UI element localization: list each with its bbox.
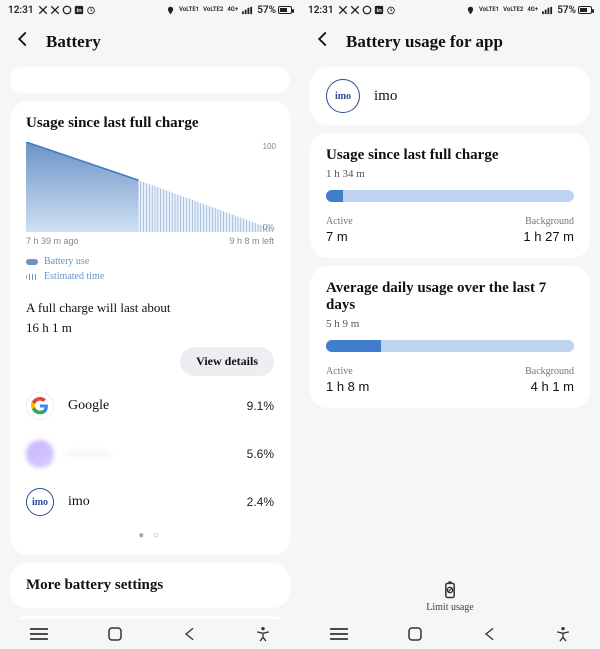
imo-icon: imo bbox=[326, 79, 360, 113]
x-icon bbox=[50, 5, 60, 15]
nav-bar bbox=[0, 619, 300, 649]
google-icon bbox=[26, 392, 54, 420]
blurred-icon bbox=[26, 440, 54, 468]
fullcharge-text: A full charge will last about 16 h 1 m bbox=[26, 298, 274, 337]
back-button[interactable] bbox=[14, 30, 32, 53]
circle-icon bbox=[362, 5, 372, 15]
more-settings-card[interactable]: More battery settings bbox=[10, 563, 290, 608]
net-volte2: VoLTE2 bbox=[503, 7, 523, 13]
usage-title: Usage since last full charge bbox=[26, 115, 274, 132]
location-icon bbox=[166, 6, 175, 15]
location-icon bbox=[466, 6, 475, 15]
list-item[interactable]: Google 9.1% bbox=[26, 382, 274, 430]
app-header-card: imo imo bbox=[310, 67, 590, 125]
home-button[interactable] bbox=[106, 625, 124, 643]
linkedin-icon: in bbox=[374, 5, 384, 15]
net-volte1: VoLTE1 bbox=[179, 7, 199, 13]
limit-usage-button[interactable]: Limit usage bbox=[300, 580, 600, 613]
net-volte2: VoLTE2 bbox=[203, 7, 223, 13]
battery-icon bbox=[578, 6, 592, 14]
back-button[interactable] bbox=[314, 30, 332, 53]
legend-swatch-use bbox=[26, 259, 38, 265]
signal-icon bbox=[542, 6, 553, 15]
battery-chart[interactable]: 100 0% bbox=[26, 142, 274, 232]
sec1-bar bbox=[326, 190, 574, 202]
pager-dots[interactable]: ● ○ bbox=[26, 526, 274, 541]
net-volte1: VoLTE1 bbox=[479, 7, 499, 13]
app-pct: 5.6% bbox=[247, 447, 274, 461]
status-bar: 12:31 in VoLTE1 VoLTE2 4G+ 57% bbox=[0, 0, 300, 20]
page-title: Battery usage for app bbox=[346, 32, 503, 52]
app-label: imo bbox=[68, 494, 233, 510]
page-title: Battery bbox=[46, 32, 101, 52]
x-icon bbox=[38, 5, 48, 15]
header: Battery bbox=[0, 20, 300, 59]
scroll-area[interactable]: imo imo Usage since last full charge 1 h… bbox=[300, 59, 600, 649]
app-label-blurred: ——— bbox=[68, 446, 233, 462]
sec2-total: 5 h 9 m bbox=[326, 318, 574, 330]
chevron-left-icon bbox=[14, 30, 32, 48]
battery-limit-icon bbox=[440, 580, 460, 600]
sec1-split: Active 7 m Background 1 h 27 m bbox=[326, 216, 574, 244]
status-left-icons: in bbox=[38, 5, 96, 15]
app-pct: 2.4% bbox=[247, 495, 274, 509]
app-list: Google 9.1% ——— 5.6% imo imo 2.4% bbox=[26, 382, 274, 526]
accessibility-button[interactable] bbox=[555, 626, 571, 642]
scroll-area[interactable]: Usage since last full charge 100 0% bbox=[0, 59, 300, 649]
status-left-icons: in bbox=[338, 5, 396, 15]
app-label: Google bbox=[68, 398, 233, 414]
usage-card: Usage since last full charge 100 0% bbox=[10, 101, 290, 555]
list-item[interactable]: imo imo 2.4% bbox=[26, 478, 274, 526]
more-settings-label: More battery settings bbox=[26, 577, 274, 594]
sec2-title: Average daily usage over the last 7 days bbox=[326, 280, 574, 314]
net-gen: 4G+ bbox=[227, 7, 238, 13]
accessibility-button[interactable] bbox=[255, 626, 271, 642]
svg-text:in: in bbox=[76, 8, 82, 14]
header: Battery usage for app bbox=[300, 20, 600, 59]
svg-text:in: in bbox=[376, 8, 382, 14]
x-icon bbox=[350, 5, 360, 15]
battery-indicator: 57% bbox=[557, 5, 592, 16]
chart-legend: Battery use Estimated time bbox=[26, 256, 274, 282]
app-name: imo bbox=[374, 88, 574, 105]
chart-x-labels: 7 h 39 m ago 9 h 8 m left bbox=[26, 236, 274, 246]
status-bar: 12:31 in VoLTE1 VoLTE2 4G+ 57% bbox=[300, 0, 600, 20]
nav-bar bbox=[300, 619, 600, 649]
list-item[interactable]: ——— 5.6% bbox=[26, 430, 274, 478]
status-time: 12:31 bbox=[308, 5, 334, 16]
chart-svg bbox=[26, 142, 274, 232]
limit-label: Limit usage bbox=[426, 602, 474, 613]
phone-left: 12:31 in VoLTE1 VoLTE2 4G+ 57% Batte bbox=[0, 0, 300, 649]
view-details-button[interactable]: View details bbox=[180, 347, 274, 376]
recents-button[interactable] bbox=[29, 627, 49, 641]
phone-right: 12:31 in VoLTE1 VoLTE2 4G+ 57% Batte bbox=[300, 0, 600, 649]
imo-icon: imo bbox=[26, 488, 54, 516]
avg-daily-card: Average daily usage over the last 7 days… bbox=[310, 266, 590, 408]
sec2-bar bbox=[326, 340, 574, 352]
alarm-icon bbox=[86, 5, 96, 15]
circle-icon bbox=[62, 5, 72, 15]
chevron-left-icon bbox=[314, 30, 332, 48]
nav-back-button[interactable] bbox=[182, 626, 198, 642]
app-pct: 9.1% bbox=[247, 399, 274, 413]
battery-indicator: 57% bbox=[257, 5, 292, 16]
sec1-title: Usage since last full charge bbox=[326, 147, 574, 164]
linkedin-icon: in bbox=[74, 5, 84, 15]
sec2-split: Active 1 h 8 m Background 4 h 1 m bbox=[326, 366, 574, 394]
home-button[interactable] bbox=[406, 625, 424, 643]
status-time: 12:31 bbox=[8, 5, 34, 16]
sec1-total: 1 h 34 m bbox=[326, 168, 574, 180]
signal-icon bbox=[242, 6, 253, 15]
top-card-stub bbox=[10, 67, 290, 93]
nav-back-button[interactable] bbox=[482, 626, 498, 642]
alarm-icon bbox=[386, 5, 396, 15]
x-icon bbox=[338, 5, 348, 15]
battery-icon bbox=[278, 6, 292, 14]
net-gen: 4G+ bbox=[527, 7, 538, 13]
legend-swatch-est bbox=[26, 274, 38, 280]
recents-button[interactable] bbox=[329, 627, 349, 641]
usage-since-card: Usage since last full charge 1 h 34 m Ac… bbox=[310, 133, 590, 258]
